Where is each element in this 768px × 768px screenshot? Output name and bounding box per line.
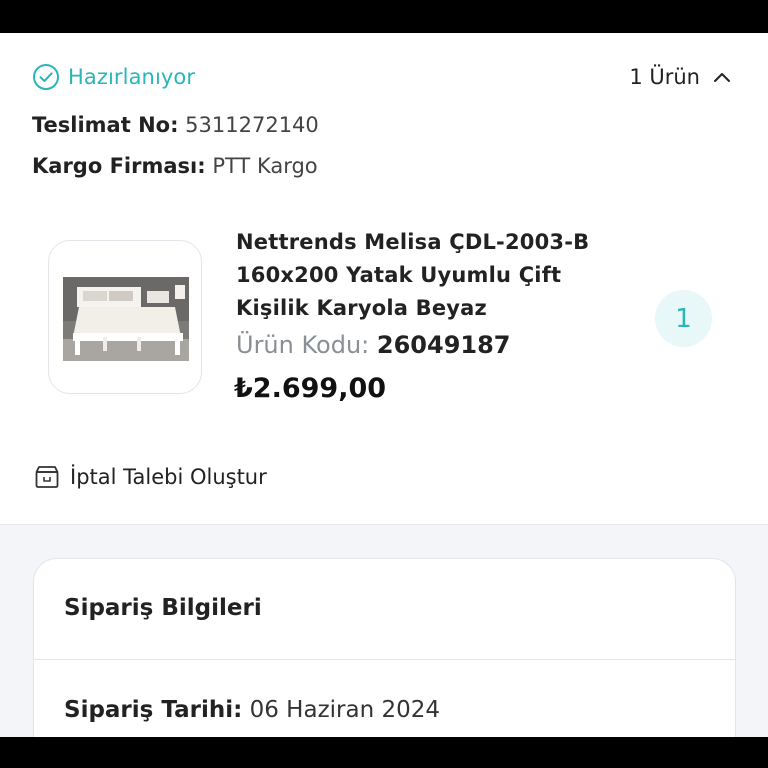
delivery-number: 5311272140 [185, 113, 319, 137]
check-circle-icon [33, 64, 59, 90]
product-photo [63, 277, 189, 361]
product-code-label: Ürün Kodu: [236, 331, 370, 359]
cancel-request-button[interactable]: İptal Talebi Oluştur [34, 460, 267, 494]
order-info-title: Sipariş Bilgileri [64, 595, 262, 621]
product-code: 26049187 [376, 331, 511, 359]
product-code-row: Ürün Kodu: 26049187 [236, 331, 510, 359]
collapse-toggle[interactable]: 1 Ürün [629, 62, 732, 92]
order-date: 06 Haziran 2024 [249, 697, 441, 723]
order-date-label: Sipariş Tarihi: [64, 697, 243, 723]
card-divider [34, 659, 735, 660]
status-bar [0, 0, 768, 33]
shipment-status: Hazırlanıyor [32, 62, 195, 92]
delivery-number-label: Teslimat No: [32, 113, 179, 137]
cargo-company: PTT Kargo [212, 154, 318, 178]
status-label: Hazırlanıyor [68, 65, 196, 89]
cargo-company-label: Kargo Firması: [32, 154, 206, 178]
box-icon [35, 466, 59, 488]
order-date-row: Sipariş Tarihi: 06 Haziran 2024 [64, 697, 440, 723]
product-name[interactable]: Nettrends Melisa ÇDL-2003-B 160x200 Yata… [236, 226, 626, 325]
product-price: ₺2.699,00 [234, 373, 387, 404]
delivery-number-row: Teslimat No: 5311272140 [32, 113, 319, 137]
chevron-up-icon [714, 73, 730, 82]
quantity-badge: 1 [655, 290, 712, 347]
navigation-bar [0, 737, 768, 768]
cancel-request-label: İptal Talebi Oluştur [70, 465, 267, 489]
item-count: 1 Ürün [629, 65, 700, 89]
product-image[interactable] [48, 240, 202, 394]
cargo-company-row: Kargo Firması: PTT Kargo [32, 154, 318, 178]
